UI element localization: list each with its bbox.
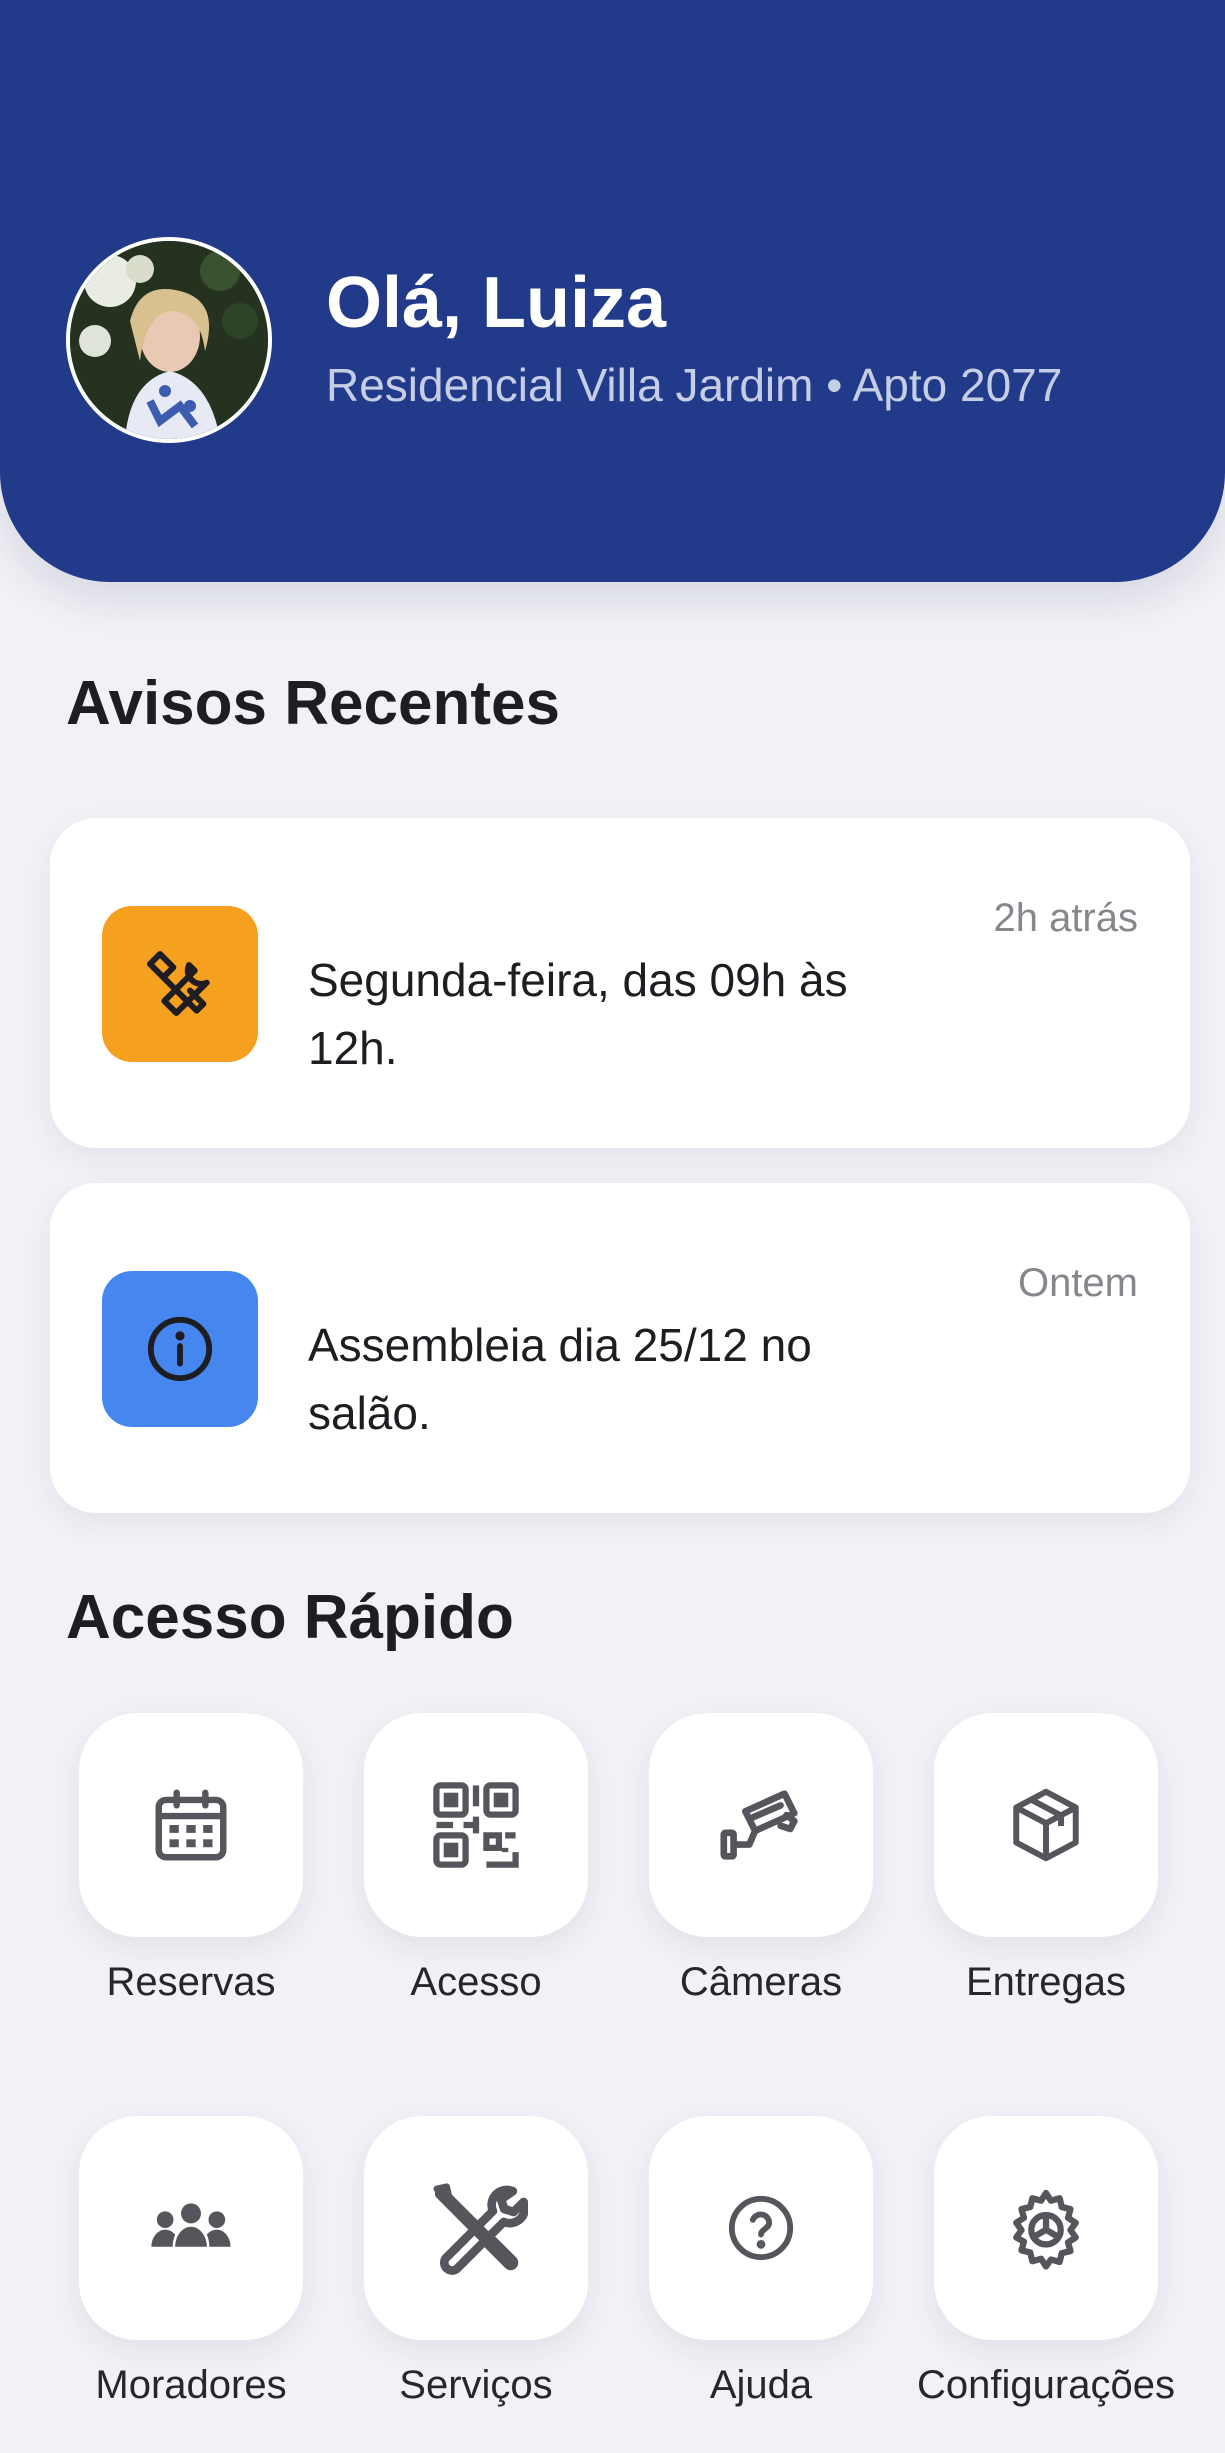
quick-access-acesso-button[interactable] [364,1713,588,1937]
quick-access-label: Moradores [95,2363,287,2407]
gear-icon [1013,2189,1079,2270]
quick-access-label: Configurações [917,2363,1175,2407]
quick-access-reservas-button[interactable] [79,1713,303,1937]
profile-header: Olá, Luiza Residencial Villa Jardim • Ap… [0,0,1225,582]
notice-card[interactable]: Ontem Assembleia dia 25/12 no salão. [50,1183,1190,1513]
quick-access-label: Entregas [965,1960,1127,2004]
residence-subtitle: Residencial Villa Jardim • Apto 2077 [326,359,1063,411]
greeting-title: Olá, Luiza [326,263,667,343]
notices-title: Avisos Recentes [66,669,560,738]
calendar-icon [155,1789,227,1861]
quick-access-configuracoes-button[interactable] [934,2116,1158,2340]
quick-access-label: Acesso [410,1960,542,2004]
quick-access-label: Ajuda [709,2363,813,2407]
help-icon [728,2195,794,2261]
quick-access-label: Reservas [106,1960,276,2004]
quick-access-ajuda-button[interactable] [649,2116,873,2340]
notice-text: Assembleia dia 25/12 no salão. [308,1319,812,1439]
maintenance-tools-icon [102,906,258,1062]
quick-access-cameras-button[interactable] [649,1713,873,1937]
info-icon [102,1271,258,1427]
notice-time: Ontem [1017,1261,1138,1305]
quick-access-servicos-button[interactable] [364,2116,588,2340]
avatar[interactable] [66,237,272,443]
residents-icon [151,2203,231,2247]
quick-access-label: Câmeras [679,1960,843,2004]
notice-text: Segunda-feira, das 09h às 12h. [308,954,848,1074]
package-icon [1013,1788,1079,1862]
notice-time: 2h atrás [993,896,1138,940]
security-camera-icon [720,1790,798,1860]
quick-access-moradores-button[interactable] [79,2116,303,2340]
notice-card[interactable]: 2h atrás Segunda-feira, das 09h às 12h. [50,818,1190,1148]
quick-access-entregas-button[interactable] [934,1713,1158,1937]
qr-code-icon [433,1782,519,1868]
tools-icon [433,2183,528,2275]
quick-access-title: Acesso Rápido [66,1583,514,1652]
quick-access-label: Serviços [399,2363,553,2407]
